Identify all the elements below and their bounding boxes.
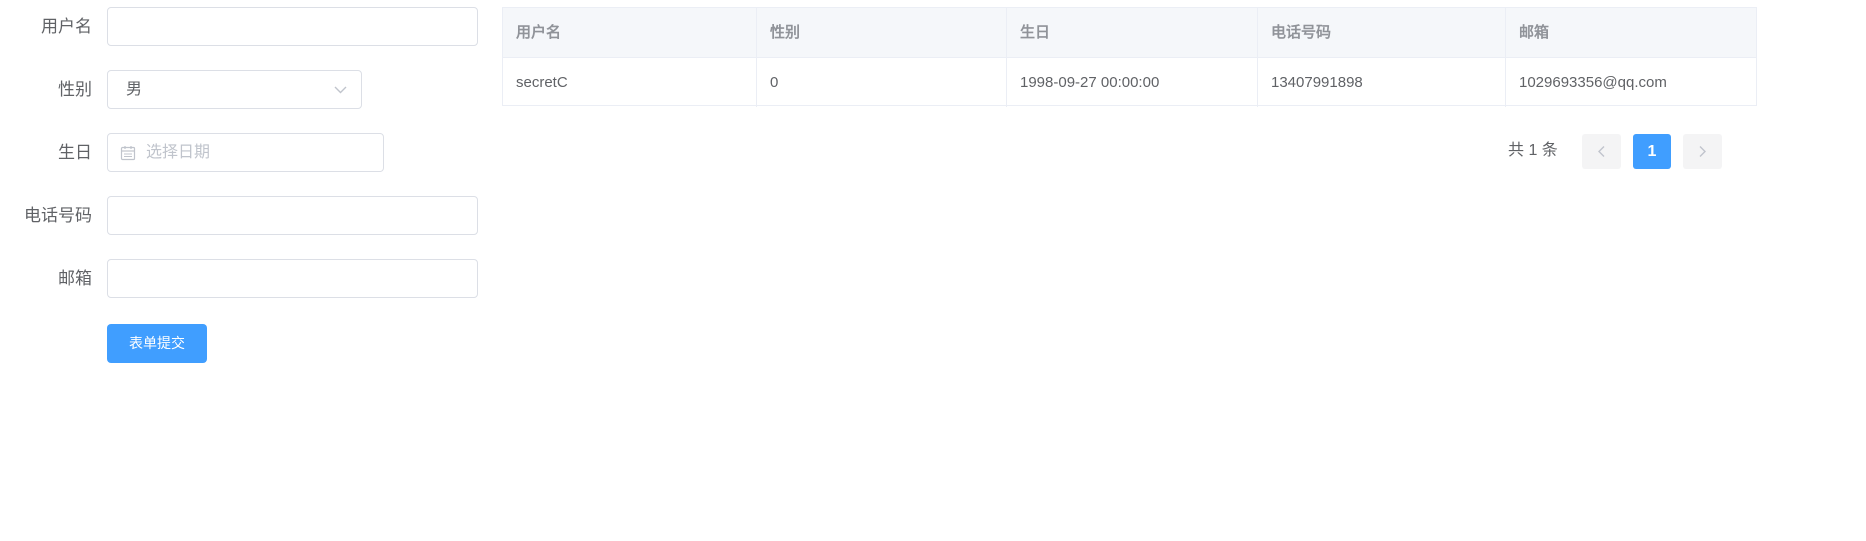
calendar-icon — [120, 146, 136, 161]
column-header-birthday[interactable]: 生日 — [1007, 8, 1258, 57]
table-row[interactable]: secretC 0 1998-09-27 00:00:00 1340799189… — [503, 58, 1756, 107]
column-header-phone[interactable]: 电话号码 — [1258, 8, 1506, 57]
cell-phone: 13407991898 — [1258, 58, 1506, 107]
cell-username: secretC — [503, 58, 757, 107]
email-label: 邮箱 — [58, 269, 92, 288]
column-header-gender[interactable]: 性别 — [757, 8, 1007, 57]
user-table: 用户名 性别 生日 电话号码 邮箱 secretC 0 1998-09-27 0… — [502, 7, 1757, 107]
phone-input[interactable] — [107, 196, 478, 235]
next-page-button[interactable] — [1683, 134, 1722, 169]
birthday-picker[interactable]: 选择日期 — [107, 133, 384, 172]
gender-label: 性别 — [58, 80, 92, 99]
email-input[interactable] — [107, 259, 478, 298]
birthday-label: 生日 — [58, 143, 92, 162]
cell-birthday: 1998-09-27 00:00:00 — [1007, 58, 1258, 107]
column-header-username[interactable]: 用户名 — [503, 8, 757, 57]
gender-select-value: 男 — [126, 81, 143, 98]
submit-button[interactable]: 表单提交 — [107, 324, 207, 363]
cell-gender: 0 — [757, 58, 1007, 107]
chevron-right-icon — [1699, 146, 1706, 157]
phone-label: 电话号码 — [24, 206, 92, 225]
page-number-current[interactable]: 1 — [1633, 134, 1671, 169]
birthday-placeholder: 选择日期 — [146, 144, 211, 161]
prev-page-button[interactable] — [1582, 134, 1621, 169]
column-header-email[interactable]: 邮箱 — [1506, 8, 1756, 57]
pagination-total: 共 1 条 — [1508, 142, 1558, 159]
table-header: 用户名 性别 生日 电话号码 邮箱 — [503, 8, 1756, 58]
cell-email: 1029693356@qq.com — [1519, 74, 1667, 91]
username-label: 用户名 — [41, 17, 92, 36]
chevron-down-icon — [334, 86, 347, 94]
chevron-left-icon — [1598, 146, 1605, 157]
username-input[interactable] — [107, 7, 478, 46]
gender-select[interactable]: 男 — [107, 70, 362, 109]
